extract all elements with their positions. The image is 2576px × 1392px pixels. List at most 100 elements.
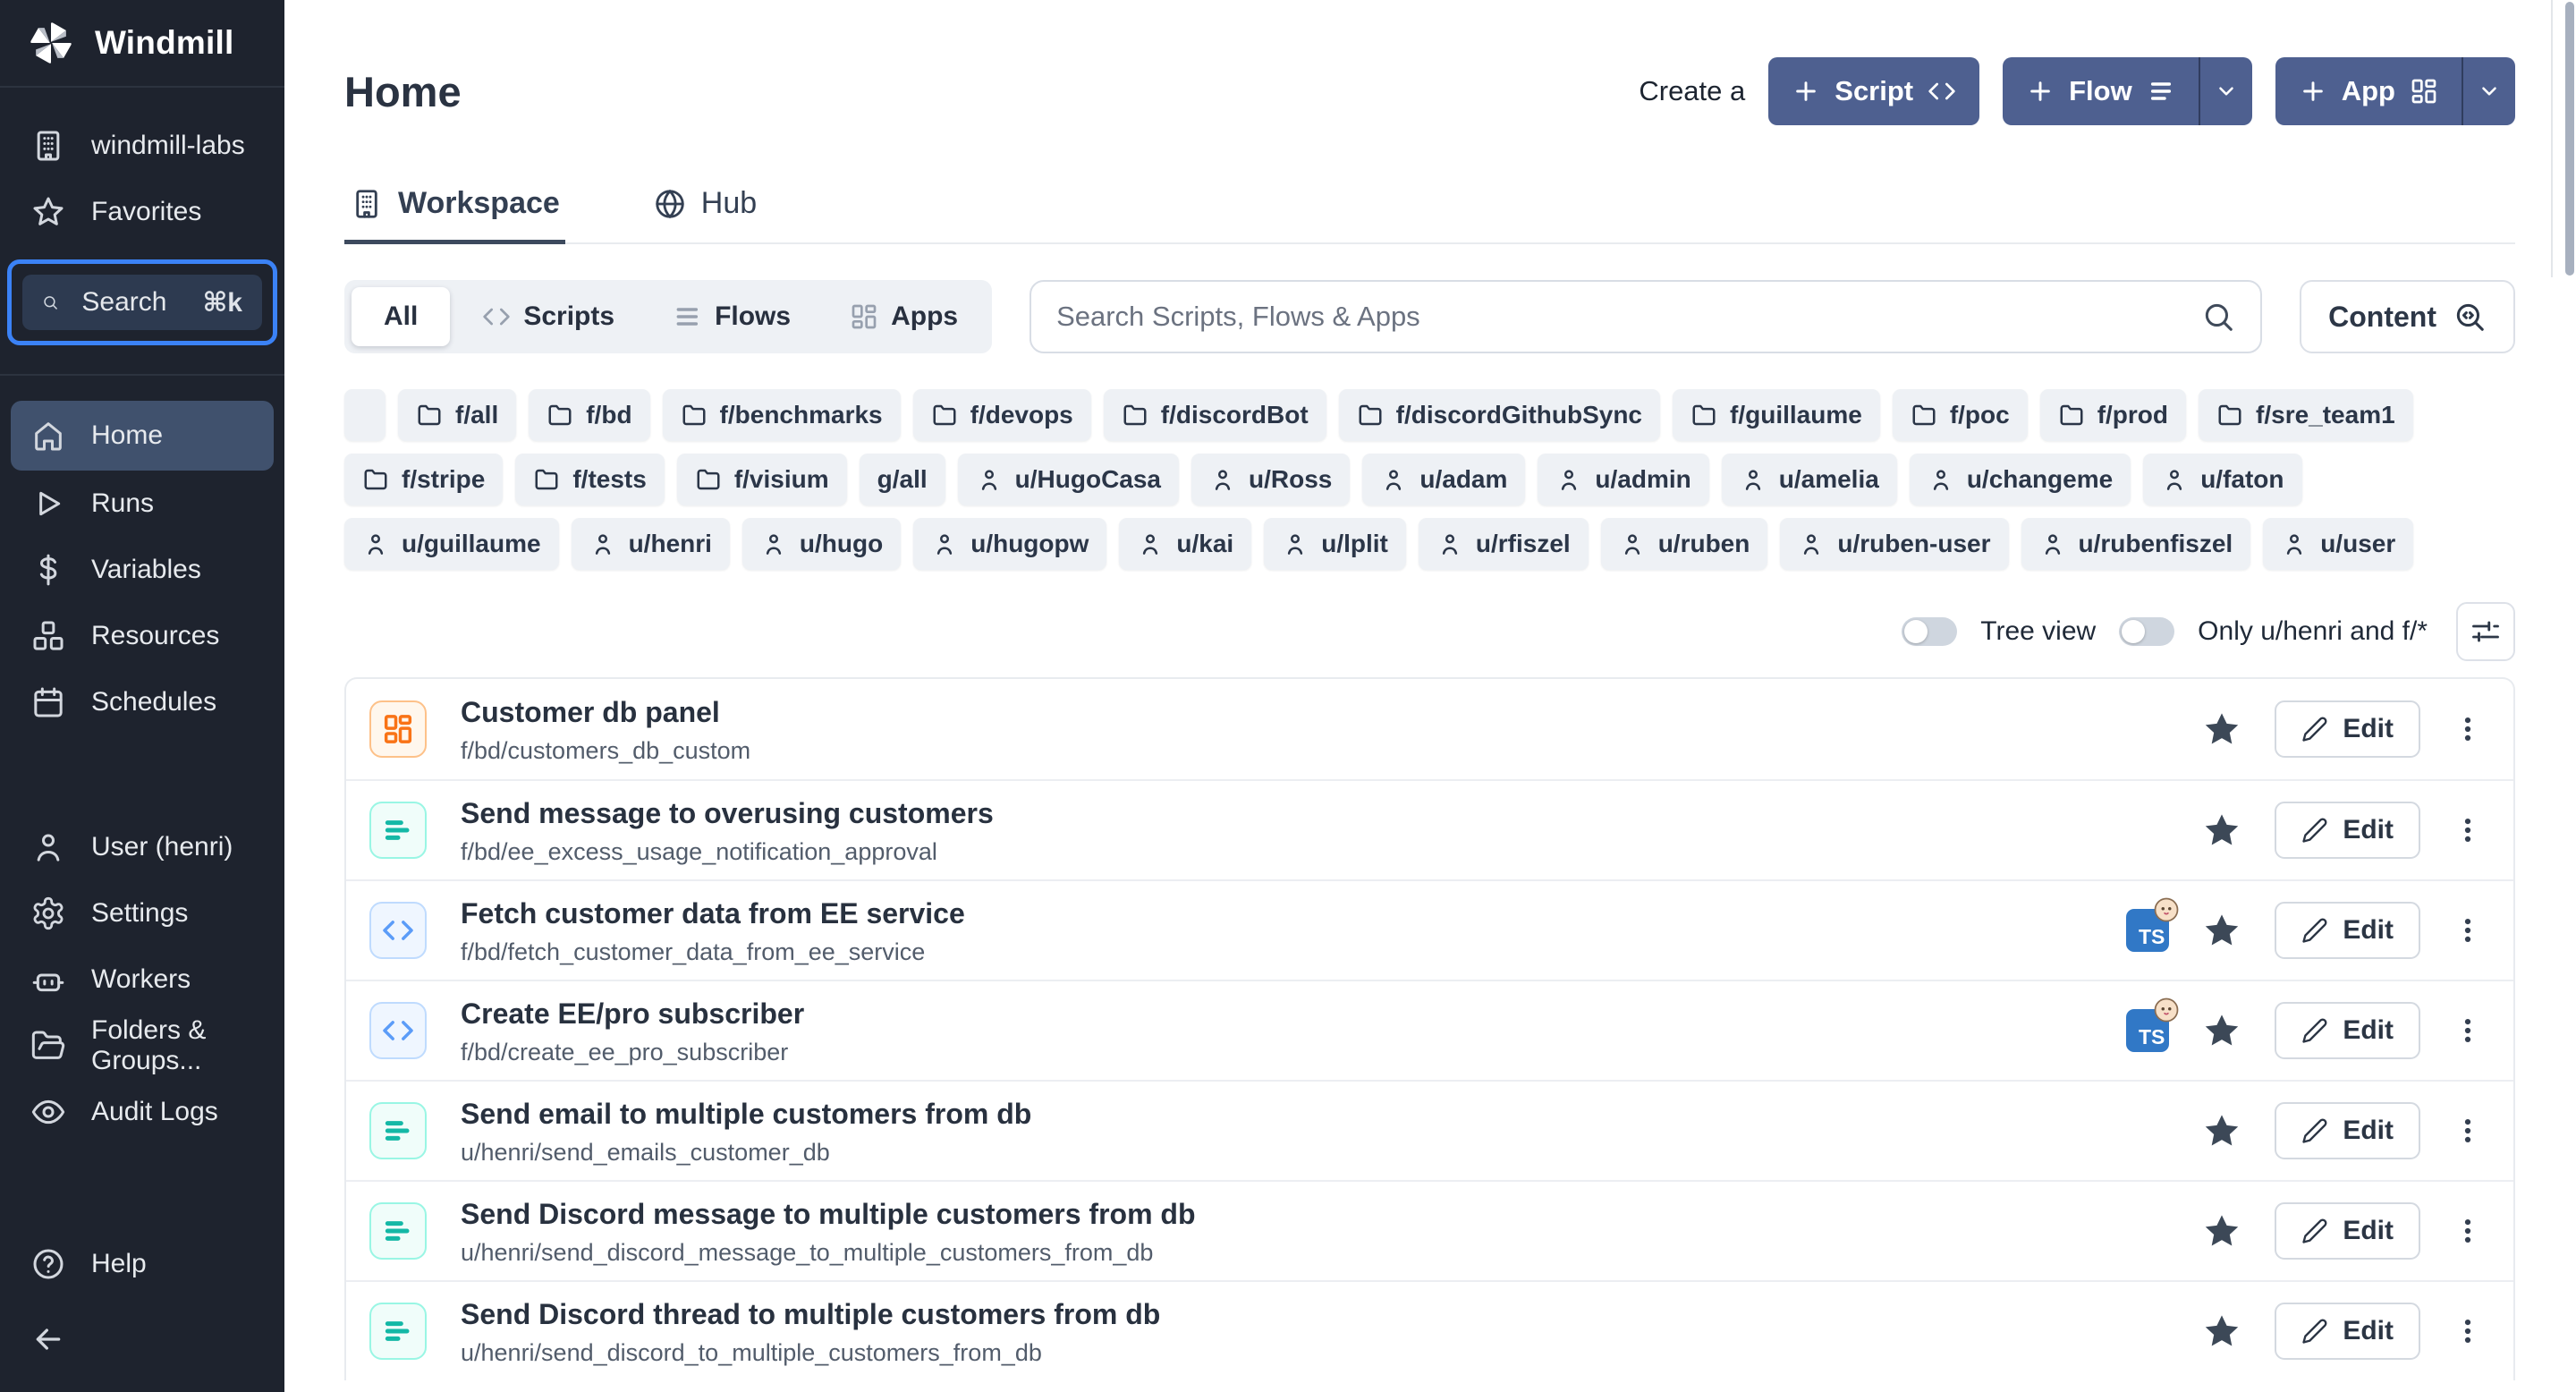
content-search-button[interactable]: Content [2300, 280, 2515, 353]
owner-chip-u/adam[interactable]: u/adam [1362, 454, 1525, 505]
only-mine-toggle[interactable] [2119, 617, 2174, 646]
empty-chip[interactable] [344, 389, 386, 441]
person-icon [362, 530, 389, 557]
sidebar-item-user[interactable]: User (henri) [0, 814, 284, 880]
owner-chip-u/hugo[interactable]: u/hugo [742, 518, 901, 570]
edit-button[interactable]: Edit [2275, 902, 2420, 959]
kebab-menu-icon[interactable] [2453, 912, 2483, 948]
favorite-star-icon[interactable] [2201, 810, 2242, 851]
sidebar-item-folders-groups[interactable]: Folders & Groups... [0, 1013, 284, 1079]
favorite-star-icon[interactable] [2201, 1010, 2242, 1051]
owner-chip-f/sre_team1[interactable]: f/sre_team1 [2199, 389, 2413, 441]
owner-chip-f/devops[interactable]: f/devops [913, 389, 1091, 441]
owner-chip-u/changeme[interactable]: u/changeme [1910, 454, 2131, 505]
sidebar-search[interactable]: Search ⌘k [7, 259, 277, 345]
display-settings-button[interactable] [2456, 602, 2515, 661]
tab-workspace[interactable]: Workspace [344, 177, 565, 242]
owner-chip-f/bd[interactable]: f/bd [529, 389, 649, 441]
search-input[interactable] [1056, 301, 2183, 333]
sidebar-item-workspace[interactable]: windmill-labs [0, 113, 284, 179]
favorite-star-icon[interactable] [2201, 910, 2242, 951]
owner-chip-u/ruben-user[interactable]: u/ruben-user [1780, 518, 2008, 570]
create-flow-button[interactable]: Flow [2003, 57, 2252, 125]
create-app-dropdown[interactable] [2462, 57, 2515, 125]
owner-chip-f/poc[interactable]: f/poc [1893, 389, 2028, 441]
owner-chip-u/rfiszel[interactable]: u/rfiszel [1419, 518, 1589, 570]
star-icon [30, 194, 66, 230]
bun-icon [2153, 896, 2180, 923]
collapse-sidebar-button[interactable] [0, 1306, 284, 1372]
list-item[interactable]: Send Discord thread to multiple customer… [346, 1280, 2513, 1380]
sidebar-item-favorites[interactable]: Favorites [0, 179, 284, 245]
owner-chip-f/stripe[interactable]: f/stripe [344, 454, 503, 505]
owner-chip-u/guillaume[interactable]: u/guillaume [344, 518, 559, 570]
owner-chip-u/henri[interactable]: u/henri [572, 518, 730, 570]
create-app-button[interactable]: App [2275, 57, 2515, 125]
scrollbar-thumb[interactable] [2565, 2, 2574, 276]
brand[interactable]: Windmill [0, 0, 284, 86]
sidebar-item-home[interactable]: Home [11, 401, 274, 471]
kebab-menu-icon[interactable] [2453, 1013, 2483, 1048]
owner-chip-f/guillaume[interactable]: f/guillaume [1673, 389, 1880, 441]
create-script-button[interactable]: Script [1768, 57, 1979, 125]
owner-chip-u/HugoCasa[interactable]: u/HugoCasa [958, 454, 1179, 505]
filter-pill-flows[interactable]: Flows [647, 287, 818, 346]
owner-chip-u/ruben[interactable]: u/ruben [1601, 518, 1768, 570]
list-item[interactable]: Send email to multiple customers from db… [346, 1080, 2513, 1180]
owner-chip-u/kai[interactable]: u/kai [1119, 518, 1251, 570]
filter-pill-apps[interactable]: Apps [823, 287, 985, 346]
owner-chip-f/discordGithubSync[interactable]: f/discordGithubSync [1339, 389, 1660, 441]
owner-chip-f/prod[interactable]: f/prod [2040, 389, 2186, 441]
kebab-menu-icon[interactable] [2453, 1313, 2483, 1349]
sidebar-item-settings[interactable]: Settings [0, 880, 284, 946]
sidebar-item-help[interactable]: Help [0, 1231, 284, 1297]
favorite-star-icon[interactable] [2201, 1210, 2242, 1252]
favorite-star-icon[interactable] [2201, 1311, 2242, 1352]
edit-button[interactable]: Edit [2275, 802, 2420, 859]
owner-chip-f/discordBot[interactable]: f/discordBot [1104, 389, 1326, 441]
edit-button[interactable]: Edit [2275, 1102, 2420, 1159]
sidebar-item-audit-logs[interactable]: Audit Logs [0, 1079, 284, 1145]
owner-chip-u/admin[interactable]: u/admin [1538, 454, 1708, 505]
filter-pill-scripts[interactable]: Scripts [455, 287, 641, 346]
owner-chip-u/rubenfiszel[interactable]: u/rubenfiszel [2021, 518, 2251, 570]
owner-chip-u/hugopw[interactable]: u/hugopw [913, 518, 1106, 570]
edit-button[interactable]: Edit [2275, 1002, 2420, 1059]
edit-button[interactable]: Edit [2275, 1303, 2420, 1360]
tab-hub[interactable]: Hub [648, 177, 762, 242]
owner-chip-f/tests[interactable]: f/tests [515, 454, 664, 505]
favorite-star-icon[interactable] [2201, 1110, 2242, 1151]
owner-chip-u/faton[interactable]: u/faton [2143, 454, 2301, 505]
owner-chip-u/lplit[interactable]: u/lplit [1264, 518, 1406, 570]
owner-chip-u/user[interactable]: u/user [2263, 518, 2413, 570]
filter-pill-all[interactable]: All [352, 287, 450, 346]
owner-chip-f/visium[interactable]: f/visium [677, 454, 847, 505]
kebab-menu-icon[interactable] [2453, 711, 2483, 747]
owner-chip-g/all[interactable]: g/all [860, 454, 945, 505]
favorite-star-icon[interactable] [2201, 709, 2242, 750]
owner-chip-u/amelia[interactable]: u/amelia [1722, 454, 1897, 505]
kebab-menu-icon[interactable] [2453, 812, 2483, 848]
owner-chip-f/all[interactable]: f/all [398, 389, 516, 441]
list-item[interactable]: Send Discord message to multiple custome… [346, 1180, 2513, 1280]
sidebar-item-label: Workers [91, 964, 191, 995]
kebab-menu-icon[interactable] [2453, 1113, 2483, 1149]
kebab-menu-icon[interactable] [2453, 1213, 2483, 1249]
edit-button[interactable]: Edit [2275, 700, 2420, 758]
owner-chip-f/benchmarks[interactable]: f/benchmarks [663, 389, 901, 441]
sidebar-item-resources[interactable]: Resources [0, 603, 284, 669]
list-item[interactable]: Create EE/pro subscriber f/bd/create_ee_… [346, 980, 2513, 1080]
sidebar-item-schedules[interactable]: Schedules [0, 669, 284, 735]
list-item[interactable]: Fetch customer data from EE service f/bd… [346, 879, 2513, 980]
chip-label: f/devops [970, 401, 1073, 429]
sidebar-item-runs[interactable]: Runs [0, 471, 284, 537]
list-item[interactable]: Customer db panel f/bd/customers_db_cust… [346, 679, 2513, 779]
owner-chip-u/Ross[interactable]: u/Ross [1191, 454, 1350, 505]
edit-button[interactable]: Edit [2275, 1202, 2420, 1260]
tree-view-toggle[interactable] [1902, 617, 1957, 646]
create-flow-dropdown[interactable] [2199, 57, 2252, 125]
sidebar-item-variables[interactable]: Variables [0, 537, 284, 603]
sidebar-item-workers[interactable]: Workers [0, 946, 284, 1013]
kind-filter-group: All Scripts Flows Apps [344, 280, 992, 353]
list-item[interactable]: Send message to overusing customers f/bd… [346, 779, 2513, 879]
